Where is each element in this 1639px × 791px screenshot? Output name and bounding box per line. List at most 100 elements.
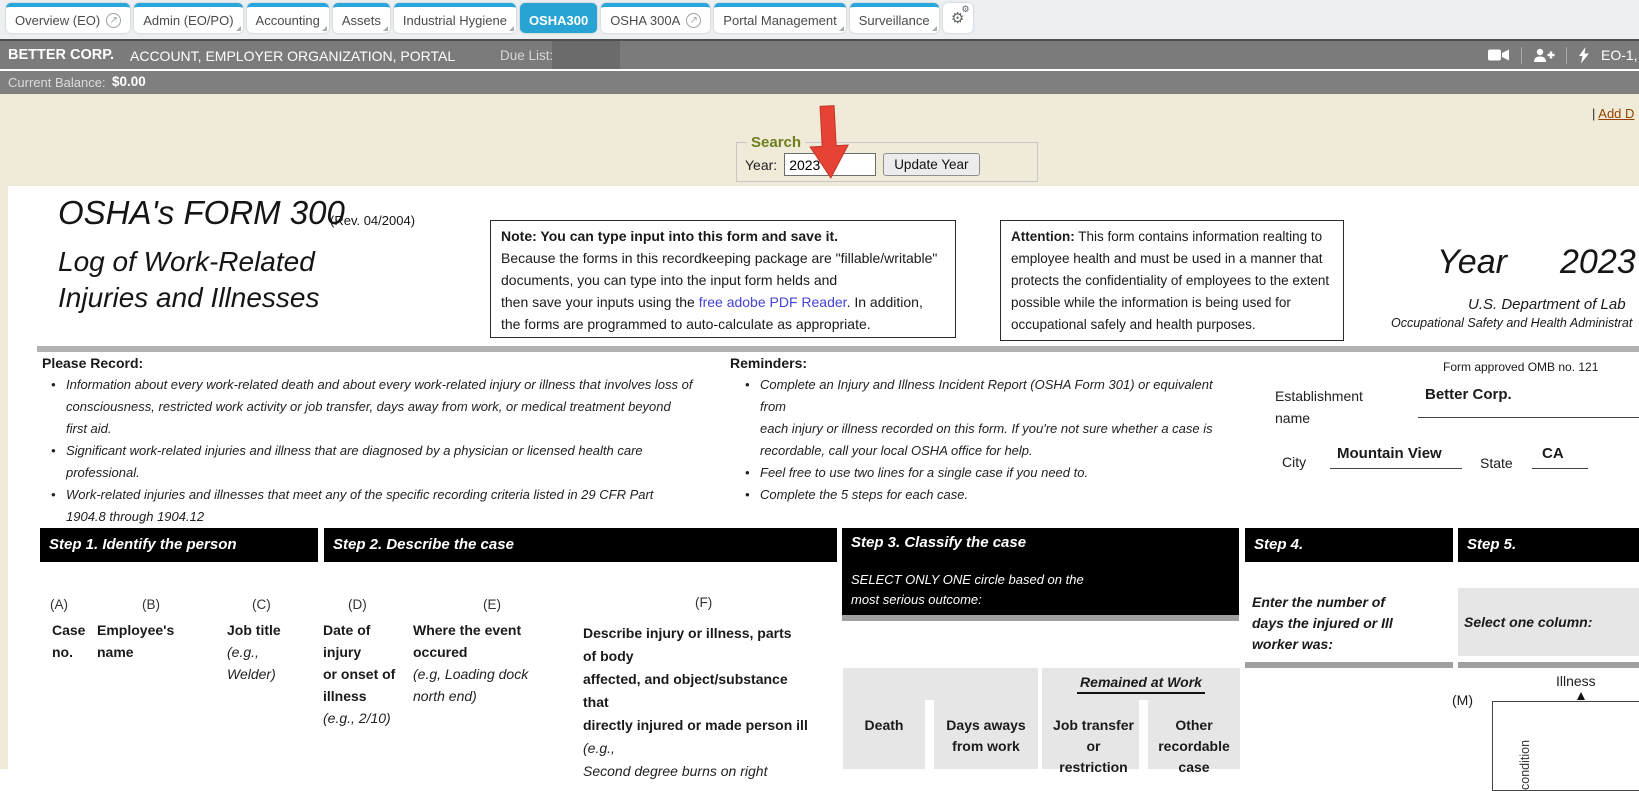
- tab-accounting[interactable]: Accounting: [247, 3, 329, 33]
- bullet-line: professional.: [66, 462, 706, 484]
- attention-line: occupational safely and health purposes.: [1011, 314, 1333, 336]
- bullet-item: Work-related injuries and illnesses that…: [51, 484, 706, 528]
- tab-overview-eo[interactable]: Overview (EO) ↗: [6, 3, 130, 33]
- bullet-item: Complete the 5 steps for each case.: [745, 484, 1225, 506]
- free-adobe-pdf-reader-link[interactable]: free adobe PDF Reader: [699, 294, 847, 310]
- tab-osha300-active[interactable]: OSHA300: [520, 3, 597, 33]
- header-line: (e.g, Loading dock: [413, 663, 528, 685]
- entity-code: EO-1,: [1601, 47, 1638, 63]
- form-revision: (Rev. 04/2004): [330, 213, 415, 228]
- tab-surveillance[interactable]: Surveillance: [850, 3, 939, 33]
- due-list-label: Due List:: [500, 48, 553, 63]
- red-pointer-arrow-annotation: [804, 103, 854, 183]
- step5-divider: [1458, 662, 1639, 668]
- tab-label: Industrial Hygiene: [403, 13, 507, 28]
- note-line: then save your inputs using the free ado…: [501, 291, 945, 313]
- establishment-name-value: Better Corp.: [1425, 386, 1512, 403]
- tab-label: Assets: [342, 13, 381, 28]
- tab-portal-management[interactable]: Portal Management: [714, 3, 845, 33]
- left-margin-strip: [0, 186, 8, 769]
- administration-line: Occupational Safety and Health Administr…: [1391, 316, 1632, 330]
- arrow-up-icon: [1577, 692, 1585, 700]
- tab-menu-fold-icon: [839, 26, 844, 31]
- balance-label: Current Balance:: [8, 75, 106, 90]
- due-list-dropdown[interactable]: [552, 41, 620, 69]
- section-divider: [37, 346, 1639, 352]
- year-heading-label: Year: [1437, 243, 1507, 282]
- header-line: (e.g.,: [227, 641, 281, 663]
- step4-line: worker was:: [1252, 634, 1427, 655]
- tab-label: Surveillance: [859, 13, 930, 28]
- classify-line: restriction: [1048, 757, 1139, 778]
- header-line: no.: [52, 641, 85, 663]
- column-header-job-title: Job title (e.g., Welder): [227, 619, 281, 685]
- tab-menu-fold-icon: [236, 26, 241, 31]
- step5-select-text: Select one column:: [1464, 614, 1592, 630]
- classify-line: Death: [843, 715, 925, 736]
- classify-line: recordable: [1148, 736, 1240, 757]
- reminders-list: Complete an Injury and Illness Incident …: [745, 374, 1225, 506]
- please-record-list: Information about every work-related dea…: [51, 374, 706, 528]
- tab-admin-eo-po[interactable]: Admin (EO/PO): [134, 3, 242, 33]
- classify-line: or: [1048, 736, 1139, 757]
- remained-at-work-text: Remained at Work: [1077, 674, 1205, 694]
- header-line: Describe injury or illness, parts: [583, 622, 808, 645]
- header-line: Case: [52, 619, 85, 641]
- year-heading-value: 2023: [1560, 243, 1636, 282]
- please-record-heading: Please Record:: [42, 355, 143, 371]
- tab-assets[interactable]: Assets: [333, 3, 390, 33]
- search-fieldset: Search Year: Update Year: [736, 134, 1038, 182]
- step4-header: Step 4.: [1245, 528, 1453, 562]
- bullet-line: 1904.8 through 1904.12: [66, 506, 706, 528]
- attention-bold: Attention:: [1011, 229, 1075, 244]
- add-user-icon[interactable]: [1533, 48, 1555, 63]
- city-label: City: [1282, 454, 1306, 470]
- tab-label: OSHA 300A: [610, 13, 680, 28]
- rotated-condition-label: condition: [1518, 704, 1533, 790]
- classify-line: Other: [1148, 715, 1240, 736]
- video-camera-icon[interactable]: [1488, 48, 1510, 62]
- step3-instruction-line2: most serious outcome:: [851, 592, 982, 607]
- bullet-item: Significant work-related injuries and il…: [51, 440, 706, 484]
- open-new-window-icon[interactable]: ↗: [106, 13, 121, 28]
- bullet-line: each injury or illness recorded on this …: [760, 418, 1225, 440]
- lightning-icon[interactable]: [1578, 47, 1590, 64]
- tab-industrial-hygiene[interactable]: Industrial Hygiene: [394, 3, 516, 33]
- bullet-line: Significant work-related injuries and il…: [66, 440, 706, 462]
- column-letter-a: (A): [50, 597, 68, 612]
- balance-value: $0.00: [112, 74, 146, 89]
- note-line: Because the forms in this recordkeeping …: [501, 247, 945, 269]
- header-line: (e.g.,: [583, 737, 808, 760]
- header-line: Second degree burns on right: [583, 760, 808, 783]
- header-line: (e.g., 2/10): [323, 707, 395, 729]
- add-data-link[interactable]: Add D: [1598, 106, 1634, 121]
- step4-line: Enter the number of: [1252, 592, 1427, 613]
- tab-osha-300a[interactable]: OSHA 300A ↗: [601, 3, 710, 33]
- column-header-employee-name: Employee's name: [97, 619, 174, 663]
- establishment-underline: [1418, 417, 1639, 418]
- classify-line: Job transfer: [1048, 715, 1139, 736]
- header-line: occured: [413, 641, 528, 663]
- update-year-button[interactable]: Update Year: [883, 153, 979, 176]
- gear-small-icon: ⚙: [962, 5, 970, 14]
- tab-menu-fold-icon: [932, 26, 937, 31]
- note-line: the forms are programmed to auto-calcula…: [501, 313, 945, 335]
- tab-strip: Overview (EO) ↗ Admin (EO/PO) Accounting…: [0, 0, 1639, 39]
- open-new-window-icon[interactable]: ↗: [686, 13, 701, 28]
- header-line: injury: [323, 641, 395, 663]
- classify-col-death: Death: [843, 715, 925, 736]
- establishment-label: Establishment name: [1275, 385, 1363, 429]
- classify-col-days-away: Days aways from work: [934, 715, 1038, 757]
- step4-divider: [1245, 662, 1453, 668]
- divider: [1521, 47, 1522, 64]
- state-label: State: [1480, 455, 1513, 471]
- column-letter-d: (D): [348, 597, 367, 612]
- context-breadcrumb: ACCOUNT, EMPLOYER ORGANIZATION, PORTAL: [130, 48, 455, 64]
- header-line: Job title: [227, 619, 281, 641]
- settings-button[interactable]: ⚙ ⚙: [943, 3, 973, 33]
- context-bar: BETTER CORP. ACCOUNT, EMPLOYER ORGANIZAT…: [0, 39, 1639, 69]
- header-line: affected, and object/substance: [583, 668, 808, 691]
- tab-label: OSHA300: [529, 13, 588, 28]
- tab-row: Overview (EO) ↗ Admin (EO/PO) Accounting…: [6, 3, 973, 33]
- tab-label: Portal Management: [723, 13, 836, 28]
